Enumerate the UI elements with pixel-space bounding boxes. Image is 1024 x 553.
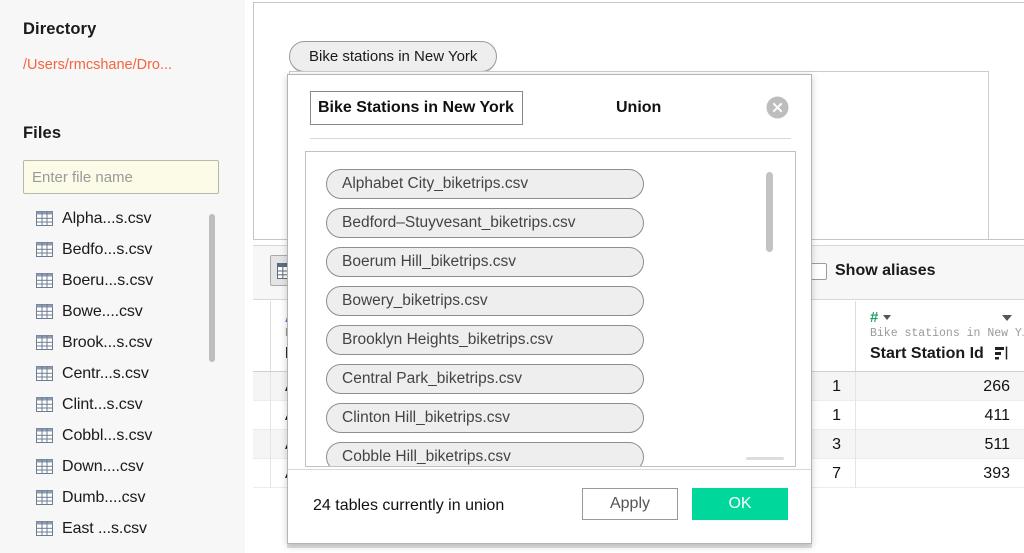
sort-icon[interactable] xyxy=(995,346,1010,365)
grid-cell-start-station-id: 393 xyxy=(855,459,1024,488)
union-table-pill-label: Cobble Hill_biketrips.csv xyxy=(342,448,511,466)
file-list-item-label: Bowe....csv xyxy=(62,303,143,321)
file-list-item-label: East ...s.csv xyxy=(62,520,147,538)
table-icon xyxy=(36,366,53,381)
show-aliases-control[interactable]: Show aliases xyxy=(810,262,936,280)
file-list-item-label: Brook...s.csv xyxy=(62,334,152,352)
file-name-input[interactable] xyxy=(23,160,219,194)
union-table-pill-label: Bedford–Stuyvesant_biketrips.csv xyxy=(342,214,575,232)
table-icon xyxy=(36,273,53,288)
table-icon xyxy=(36,490,53,505)
file-list-item[interactable]: Centr...s.csv xyxy=(23,358,223,389)
union-dialog: Union Alphabet City_biketrips.csv Bedford… xyxy=(287,74,812,544)
file-list-item-label: Centr...s.csv xyxy=(62,365,149,383)
grid-cell-start-station-id: 266 xyxy=(855,372,1024,401)
union-table-pill-label: Bowery_biketrips.csv xyxy=(342,292,488,310)
union-table-pill[interactable]: Boerum Hill_biketrips.csv xyxy=(326,247,644,277)
files-heading: Files xyxy=(23,124,61,143)
show-aliases-label: Show aliases xyxy=(835,262,936,280)
table-icon xyxy=(36,304,53,319)
union-tables-scrollbar[interactable] xyxy=(766,172,773,252)
union-table-pill-label: Alphabet City_biketrips.csv xyxy=(342,175,528,193)
file-list-item-label: Clint...s.csv xyxy=(62,396,143,414)
column-menu-chevron-icon[interactable] xyxy=(1002,315,1012,321)
dialog-divider xyxy=(310,138,791,139)
left-sidebar: Directory /Users/rmcshane/Dro... Files A… xyxy=(0,0,245,553)
union-tables-list[interactable]: Alphabet City_biketrips.csv Bedford–Stuyv… xyxy=(305,151,796,467)
file-list-item[interactable]: Cobbl...s.csv xyxy=(23,420,223,451)
grid-column-start-station-id-source: Bike stations in New Y… xyxy=(870,327,1024,340)
sidebar-scrollbar[interactable] xyxy=(209,214,215,362)
union-table-pill[interactable]: Central Park_biketrips.csv xyxy=(326,364,644,394)
union-tables-hscrollbar[interactable] xyxy=(746,457,784,460)
table-icon xyxy=(36,242,53,257)
grid-cell-start-station-id: 511 xyxy=(855,430,1024,459)
union-table-pill-label: Boerum Hill_biketrips.csv xyxy=(342,253,516,271)
file-list-item[interactable]: Bedfo...s.csv xyxy=(23,234,223,265)
close-circle-icon xyxy=(766,96,789,119)
union-table-pill[interactable]: Bowery_biketrips.csv xyxy=(326,286,644,316)
union-tables-clip: Alphabet City_biketrips.csv Bedford–Stuyv… xyxy=(306,152,795,466)
directory-path[interactable]: /Users/rmcshane/Dro... xyxy=(23,57,172,73)
union-table-pill-label: Clinton Hill_biketrips.csv xyxy=(342,409,510,427)
grid-column-start-station-id-title: Start Station Id xyxy=(870,345,984,363)
table-icon xyxy=(36,335,53,350)
dialog-header: Union xyxy=(288,75,811,138)
table-icon xyxy=(36,521,53,536)
file-list-item[interactable]: Brook...s.csv xyxy=(23,327,223,358)
app-window: Bike stations in New York Show aliases xyxy=(0,0,1024,553)
file-list-item[interactable]: Bowe....csv xyxy=(23,296,223,327)
dialog-title: Union xyxy=(616,99,661,117)
file-list-item[interactable]: East ...s.csv xyxy=(23,513,223,544)
file-list-item-label: Down....csv xyxy=(62,458,144,476)
dialog-footer: 24 tables currently in union Apply OK xyxy=(288,469,811,543)
union-count-label: 24 tables currently in union xyxy=(313,497,504,515)
file-list-item-label: Boeru...s.csv xyxy=(62,272,153,290)
file-list-item-label: Alpha...s.csv xyxy=(62,210,151,228)
union-table-pill-label: Brooklyn Heights_biketrips.csv xyxy=(342,331,553,349)
show-aliases-checkbox[interactable] xyxy=(810,263,827,280)
union-table-pill[interactable]: Bedford–Stuyvesant_biketrips.csv xyxy=(326,208,644,238)
ok-button[interactable]: OK xyxy=(692,488,788,520)
union-table-pill[interactable]: Brooklyn Heights_biketrips.csv xyxy=(326,325,644,355)
file-list-item[interactable]: Clint...s.csv xyxy=(23,389,223,420)
chevron-down-icon[interactable] xyxy=(883,315,891,320)
table-icon xyxy=(36,397,53,412)
file-list-item[interactable]: Alpha...s.csv xyxy=(23,203,223,234)
file-list-item[interactable]: Boeru...s.csv xyxy=(23,265,223,296)
file-list-item[interactable]: Dumb....csv xyxy=(23,482,223,513)
table-icon xyxy=(36,459,53,474)
table-icon xyxy=(36,428,53,443)
union-table-pill[interactable]: Clinton Hill_biketrips.csv xyxy=(326,403,644,433)
close-button[interactable] xyxy=(766,96,789,119)
grid-column-start-station-id-icons: # xyxy=(870,310,1012,325)
number-icon: # xyxy=(870,309,878,326)
file-list-item[interactable]: Down....csv xyxy=(23,451,223,482)
dialog-bottom-shadow xyxy=(287,544,812,548)
file-list-item-label: Bedfo...s.csv xyxy=(62,241,152,259)
union-table-pill[interactable]: Alphabet City_biketrips.csv xyxy=(326,169,644,199)
union-name-input[interactable] xyxy=(310,91,523,125)
grid-column-start-station-id[interactable]: # Bike stations in New Y… Start Station … xyxy=(855,301,1024,371)
grid-cell-start-station-id: 411 xyxy=(855,401,1024,430)
table-tab-label: Bike stations in New York xyxy=(309,48,477,65)
apply-button[interactable]: Apply xyxy=(582,488,678,520)
file-list[interactable]: Alpha...s.csv Bedfo...s.csv Boeru...s.cs… xyxy=(23,203,223,543)
table-tab-bike-stations[interactable]: Bike stations in New York xyxy=(289,41,497,72)
file-list-item-label: Dumb....csv xyxy=(62,489,145,507)
union-table-pill[interactable]: Cobble Hill_biketrips.csv xyxy=(326,442,644,466)
directory-heading: Directory xyxy=(23,20,96,39)
file-list-item-label: Cobbl...s.csv xyxy=(62,427,152,445)
union-table-pill-label: Central Park_biketrips.csv xyxy=(342,370,522,388)
table-icon xyxy=(36,211,53,226)
